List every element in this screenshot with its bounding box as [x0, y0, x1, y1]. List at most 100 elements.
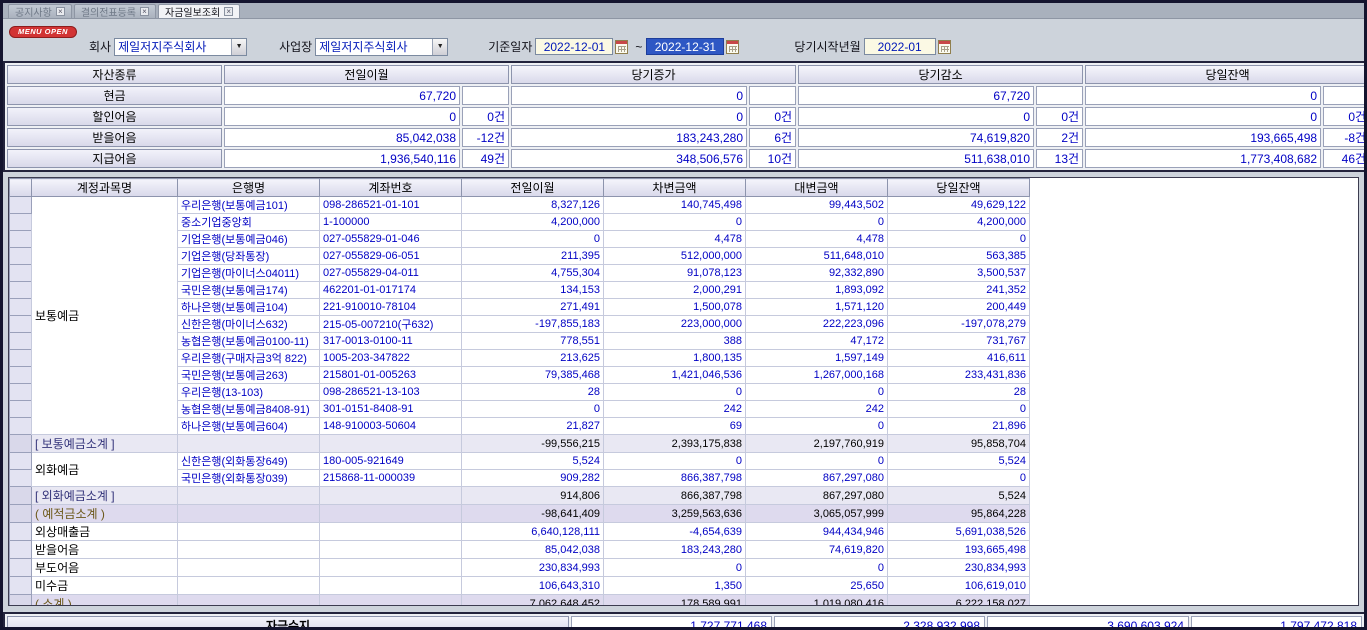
account-name-cell[interactable]: 외화예금 [32, 453, 178, 487]
amount-cell[interactable]: 47,172 [746, 333, 888, 350]
account-name-cell[interactable]: 부도어음 [32, 559, 178, 577]
account-number-cell[interactable] [320, 577, 462, 595]
bank-name-cell[interactable] [178, 523, 320, 541]
row-selector[interactable] [10, 384, 32, 401]
amount-cell[interactable]: 3,500,537 [888, 265, 1030, 282]
amount-cell[interactable]: 0 [746, 453, 888, 470]
amount-cell[interactable]: 5,691,038,526 [888, 523, 1030, 541]
row-selector[interactable] [10, 541, 32, 559]
amount-cell[interactable]: 28 [888, 384, 1030, 401]
tab-item[interactable]: 결의전표등록× [74, 4, 156, 18]
amount-cell[interactable]: 74,619,820 [746, 541, 888, 559]
account-number-cell[interactable]: 148-910003-50604 [320, 418, 462, 435]
bank-name-cell[interactable]: 신한은행(외화통장649) [178, 453, 320, 470]
row-selector[interactable] [10, 435, 32, 453]
amount-cell[interactable]: 241,352 [888, 282, 1030, 299]
amount-cell[interactable]: 7,062,648,452 [462, 595, 604, 607]
amount-cell[interactable]: 944,434,946 [746, 523, 888, 541]
amount-cell[interactable]: 271,491 [462, 299, 604, 316]
bank-name-cell[interactable]: 국민은행(외화통장039) [178, 470, 320, 487]
amount-cell[interactable]: 25,650 [746, 577, 888, 595]
amount-cell[interactable]: 1,019,080,416 [746, 595, 888, 607]
amount-cell[interactable]: 867,297,080 [746, 470, 888, 487]
row-selector[interactable] [10, 577, 32, 595]
chevron-down-icon[interactable]: ▼ [231, 39, 246, 55]
account-number-cell[interactable] [320, 559, 462, 577]
amount-cell[interactable]: 200,449 [888, 299, 1030, 316]
account-number-cell[interactable]: 215868-11-000039 [320, 470, 462, 487]
calendar-icon[interactable] [938, 40, 951, 54]
amount-cell[interactable]: 4,478 [746, 231, 888, 248]
amount-cell[interactable]: 416,611 [888, 350, 1030, 367]
amount-cell[interactable]: 230,834,993 [888, 559, 1030, 577]
bank-name-cell[interactable]: 하나은행(보통예금604) [178, 418, 320, 435]
amount-cell[interactable]: 1,350 [604, 577, 746, 595]
amount-cell[interactable]: 6,222,158,027 [888, 595, 1030, 607]
row-selector[interactable] [10, 453, 32, 470]
account-name-cell[interactable]: 받을어음 [32, 541, 178, 559]
amount-cell[interactable]: 28 [462, 384, 604, 401]
amount-cell[interactable]: 1,893,092 [746, 282, 888, 299]
amount-cell[interactable]: 95,864,228 [888, 505, 1030, 523]
row-selector[interactable] [10, 418, 32, 435]
amount-cell[interactable]: 223,000,000 [604, 316, 746, 333]
row-selector[interactable] [10, 559, 32, 577]
amount-cell[interactable]: 8,327,126 [462, 197, 604, 214]
site-select[interactable]: 제일저지주식회사 ▼ [315, 38, 448, 56]
bank-name-cell[interactable] [178, 559, 320, 577]
close-icon[interactable]: × [56, 7, 65, 16]
account-number-cell[interactable]: 180-005-921649 [320, 453, 462, 470]
account-number-cell[interactable] [320, 523, 462, 541]
amount-cell[interactable]: 5,524 [888, 453, 1030, 470]
account-number-cell[interactable]: 301-0151-8408-91 [320, 401, 462, 418]
amount-cell[interactable]: 5,524 [888, 487, 1030, 505]
amount-cell[interactable]: 92,332,890 [746, 265, 888, 282]
bank-name-cell[interactable] [178, 595, 320, 607]
subtotal-label-cell[interactable]: [ 보통예금소계 ] [32, 435, 178, 453]
account-number-cell[interactable]: 027-055829-04-011 [320, 265, 462, 282]
amount-cell[interactable]: 2,197,760,919 [746, 435, 888, 453]
amount-cell[interactable]: 0 [746, 418, 888, 435]
account-number-cell[interactable]: 1005-203-347822 [320, 350, 462, 367]
amount-cell[interactable]: 69 [604, 418, 746, 435]
row-selector[interactable] [10, 265, 32, 282]
account-name-cell[interactable]: 미수금 [32, 577, 178, 595]
account-name-cell[interactable]: 외상매출금 [32, 523, 178, 541]
amount-cell[interactable]: 3,259,563,636 [604, 505, 746, 523]
row-selector[interactable] [10, 401, 32, 418]
amount-cell[interactable]: 178,589,991 [604, 595, 746, 607]
row-selector[interactable] [10, 350, 32, 367]
amount-cell[interactable]: 0 [888, 470, 1030, 487]
amount-cell[interactable]: 0 [746, 559, 888, 577]
amount-cell[interactable]: 183,243,280 [604, 541, 746, 559]
amount-cell[interactable]: 2,000,291 [604, 282, 746, 299]
menu-open-button[interactable]: MENU OPEN [9, 26, 77, 38]
amount-cell[interactable]: 222,223,096 [746, 316, 888, 333]
row-selector[interactable] [10, 595, 32, 607]
amount-cell[interactable]: 0 [604, 214, 746, 231]
amount-cell[interactable]: 0 [604, 453, 746, 470]
tab-item[interactable]: 자금일보조회× [158, 4, 240, 18]
amount-cell[interactable]: 0 [888, 231, 1030, 248]
account-number-cell[interactable] [320, 541, 462, 559]
amount-cell[interactable]: 1,500,078 [604, 299, 746, 316]
subtotal-label-cell[interactable]: ( 예적금소계 ) [32, 505, 178, 523]
amount-cell[interactable]: 0 [888, 401, 1030, 418]
amount-cell[interactable]: -197,078,279 [888, 316, 1030, 333]
row-selector[interactable] [10, 523, 32, 541]
amount-cell[interactable]: -98,641,409 [462, 505, 604, 523]
bank-name-cell[interactable]: 우리은행(13-103) [178, 384, 320, 401]
account-number-cell[interactable] [320, 505, 462, 523]
amount-cell[interactable]: 233,431,836 [888, 367, 1030, 384]
amount-cell[interactable]: 914,806 [462, 487, 604, 505]
row-selector[interactable] [10, 248, 32, 265]
bank-name-cell[interactable] [178, 541, 320, 559]
account-number-cell[interactable]: 317-0013-0100-11 [320, 333, 462, 350]
account-number-cell[interactable] [320, 595, 462, 607]
amount-cell[interactable]: 0 [746, 214, 888, 231]
amount-cell[interactable]: 512,000,000 [604, 248, 746, 265]
row-selector[interactable] [10, 367, 32, 384]
bank-name-cell[interactable]: 하나은행(보통예금104) [178, 299, 320, 316]
amount-cell[interactable]: 563,385 [888, 248, 1030, 265]
account-number-cell[interactable]: 215801-01-005263 [320, 367, 462, 384]
